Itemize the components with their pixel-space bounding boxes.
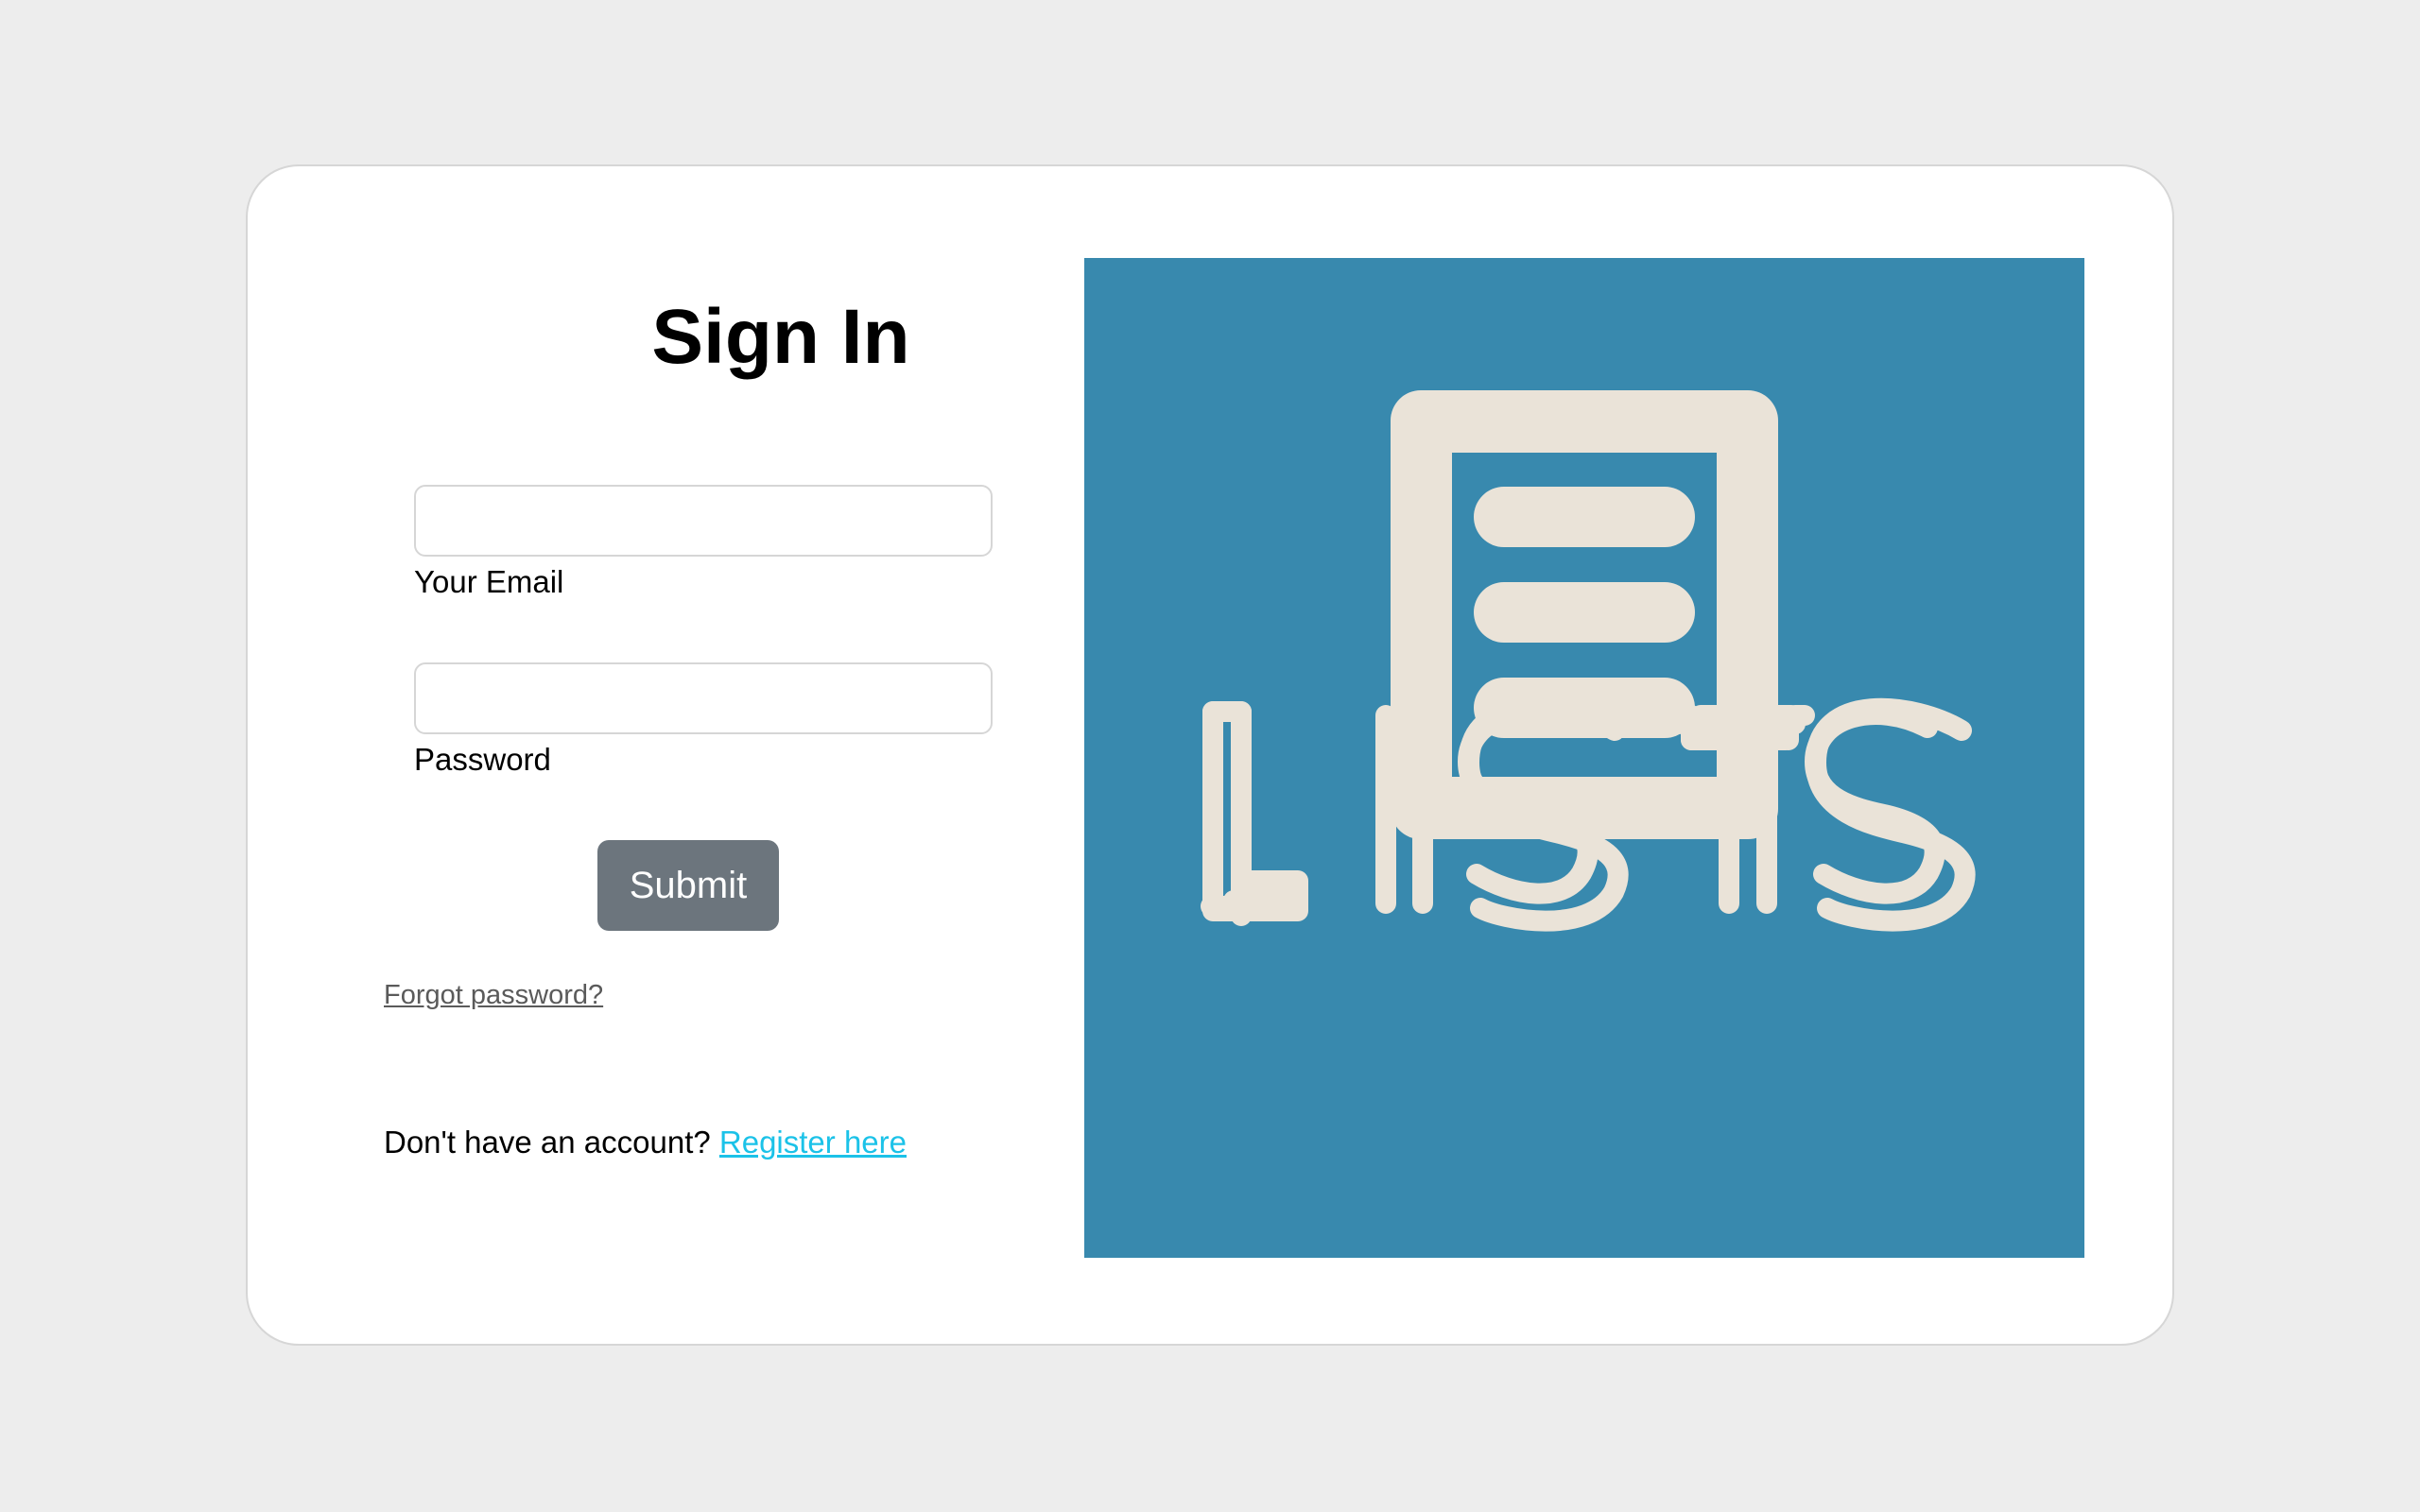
- signin-card: Sign In Your Email Password Submit Forgo…: [246, 164, 2174, 1346]
- register-link[interactable]: Register here: [719, 1125, 907, 1160]
- password-field[interactable]: [414, 662, 993, 734]
- email-field[interactable]: [414, 485, 993, 557]
- register-prompt-text: Don't have an account?: [384, 1125, 711, 1160]
- register-prompt-row: Don't have an account? Register here: [384, 1126, 907, 1158]
- forgot-password-link[interactable]: Forgot password?: [384, 982, 603, 1009]
- submit-button[interactable]: Submit: [597, 840, 779, 931]
- lists-logo-image: [1084, 258, 2084, 1258]
- lists-logo: [1084, 258, 2084, 1258]
- email-label: Your Email: [414, 564, 564, 599]
- password-label: Password: [414, 742, 551, 777]
